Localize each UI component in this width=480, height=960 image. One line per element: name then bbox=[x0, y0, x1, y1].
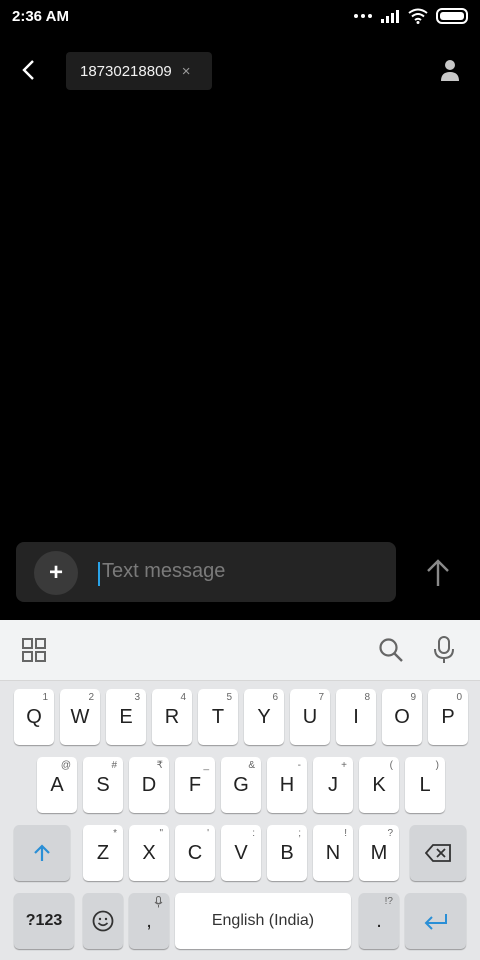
key-s[interactable]: S # bbox=[83, 757, 123, 813]
key-b[interactable]: B; bbox=[267, 825, 307, 881]
key-i[interactable]: I8 bbox=[336, 689, 376, 745]
back-button[interactable] bbox=[14, 52, 42, 88]
backspace-icon bbox=[425, 844, 451, 862]
recipient-number: 18730218809 bbox=[80, 62, 172, 80]
keyboard-toolbar bbox=[0, 620, 480, 681]
key-v[interactable]: V: bbox=[221, 825, 261, 881]
signal-icon bbox=[381, 10, 399, 23]
key-t[interactable]: T5 bbox=[198, 689, 238, 745]
key-g[interactable]: G & bbox=[221, 757, 261, 813]
enter-arrow-icon bbox=[424, 914, 447, 930]
contact-icon[interactable] bbox=[438, 58, 462, 82]
remove-recipient-icon[interactable]: × bbox=[182, 63, 191, 80]
key-u[interactable]: U7 bbox=[290, 689, 330, 745]
keyboard: Q1 W2 E3 R4 T5 Y6 U7 I8 O9 P0 A @ S # D ₹ F… bbox=[0, 681, 480, 960]
wifi-icon bbox=[408, 8, 428, 24]
shift-arrow-icon bbox=[34, 844, 50, 861]
key-m[interactable]: M? bbox=[359, 825, 399, 881]
key-d[interactable]: D ₹ bbox=[129, 757, 169, 813]
key-c[interactable]: C ' bbox=[175, 825, 215, 881]
key-w[interactable]: W2 bbox=[60, 689, 100, 745]
key-f[interactable]: F _ bbox=[175, 757, 215, 813]
microphone-icon[interactable] bbox=[432, 636, 456, 664]
status-bar: 2:36 AM bbox=[0, 0, 480, 34]
backspace-key[interactable] bbox=[410, 825, 466, 881]
apps-grid-icon[interactable] bbox=[22, 638, 46, 662]
emoji-icon bbox=[92, 910, 114, 932]
key-p[interactable]: P0 bbox=[428, 689, 468, 745]
key-y[interactable]: Y6 bbox=[244, 689, 284, 745]
recipient-chip[interactable]: 18730218809 × bbox=[66, 52, 212, 90]
send-button[interactable] bbox=[424, 558, 452, 588]
chevron-left-icon bbox=[22, 60, 34, 80]
plus-icon: + bbox=[48, 559, 63, 586]
battery-icon bbox=[436, 8, 468, 24]
symbols-key[interactable]: ?123 bbox=[14, 893, 74, 949]
text-cursor bbox=[98, 562, 100, 586]
search-icon[interactable] bbox=[378, 637, 404, 663]
enter-key[interactable] bbox=[405, 893, 466, 949]
key-h[interactable]: H- bbox=[267, 757, 307, 813]
message-composer: + Text message bbox=[16, 542, 396, 602]
shift-key[interactable] bbox=[14, 825, 70, 881]
key-e[interactable]: E3 bbox=[106, 689, 146, 745]
key-x[interactable]: X " bbox=[129, 825, 169, 881]
key-o[interactable]: O9 bbox=[382, 689, 422, 745]
conversation-header: 18730218809 × bbox=[0, 40, 480, 100]
voice-input-hint-icon bbox=[154, 896, 163, 908]
key-r[interactable]: R4 bbox=[152, 689, 192, 745]
key-a[interactable]: A @ bbox=[37, 757, 77, 813]
key-z[interactable]: Z * bbox=[83, 825, 123, 881]
space-key[interactable]: English (India) bbox=[175, 893, 351, 949]
emoji-key[interactable] bbox=[83, 893, 123, 949]
key-l[interactable]: L) bbox=[405, 757, 445, 813]
key-n[interactable]: N! bbox=[313, 825, 353, 881]
comma-key[interactable]: , bbox=[129, 893, 169, 949]
key-q[interactable]: Q1 bbox=[14, 689, 54, 745]
period-key[interactable]: .!? bbox=[359, 893, 399, 949]
message-input[interactable]: Text message bbox=[102, 560, 225, 583]
key-j[interactable]: J + bbox=[313, 757, 353, 813]
key-k[interactable]: K( bbox=[359, 757, 399, 813]
status-time: 2:36 AM bbox=[12, 8, 69, 25]
status-icons bbox=[354, 8, 468, 24]
more-notifications-icon bbox=[354, 14, 372, 18]
add-attachment-button[interactable]: + bbox=[34, 551, 78, 595]
